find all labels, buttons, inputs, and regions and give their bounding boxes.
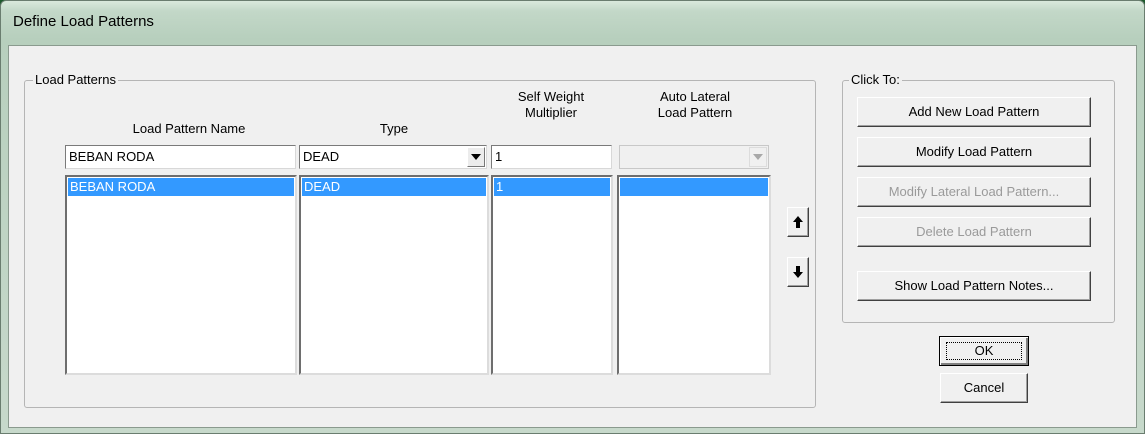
header-multiplier-line2: Multiplier [524,105,577,120]
load-patterns-group: Load Patterns Load Pattern Name Type Sel… [24,72,816,408]
type-list[interactable]: DEAD [299,175,489,375]
list-item[interactable] [620,178,768,196]
cancel-button[interactable]: Cancel [940,373,1028,403]
header-type: Type [379,121,409,136]
click-to-group-label: Click To: [849,72,902,87]
add-new-load-pattern-button[interactable]: Add New Load Pattern [857,97,1091,127]
header-load-pattern-name: Load Pattern Name [132,121,246,136]
header-auto-lateral-line2: Load Pattern [657,105,733,120]
multiplier-list[interactable]: 1 [491,175,613,375]
modify-load-pattern-button[interactable]: Modify Load Pattern [857,137,1091,167]
list-item[interactable]: 1 [494,178,610,196]
load-patterns-group-label: Load Patterns [33,72,118,87]
arrow-up-icon [793,216,803,228]
move-down-button[interactable] [787,257,809,287]
type-select-value: DEAD [303,149,340,164]
list-item[interactable]: DEAD [302,178,486,196]
show-load-pattern-notes-button[interactable]: Show Load Pattern Notes... [857,271,1091,301]
load-pattern-name-input[interactable]: BEBAN RODA [65,145,296,169]
auto-lateral-dropdown-button [749,147,767,167]
focus-rectangle [946,342,1022,360]
title-bar[interactable]: Define Load Patterns [1,1,1144,39]
chevron-down-icon [753,154,763,160]
load-pattern-name-list[interactable]: BEBAN RODA [65,175,297,375]
header-auto-lateral-line1: Auto Lateral [659,89,731,104]
dialog-client-area: Load Patterns Load Pattern Name Type Sel… [8,45,1137,428]
type-dropdown-button[interactable] [467,147,485,167]
modify-lateral-load-pattern-button: Modify Lateral Load Pattern... [857,177,1091,207]
self-weight-multiplier-input[interactable]: 1 [491,145,612,169]
dialog-window: Define Load Patterns Load Patterns Load … [0,0,1145,434]
header-self-weight-multiplier: Self Weight Multiplier [491,89,611,121]
header-auto-lateral-load-pattern: Auto Lateral Load Pattern [619,89,771,121]
move-up-button[interactable] [787,207,809,237]
delete-load-pattern-button: Delete Load Pattern [857,217,1091,247]
list-item[interactable]: BEBAN RODA [68,178,294,196]
click-to-group: Click To: Add New Load Pattern Modify Lo… [842,72,1115,323]
header-multiplier-line1: Self Weight [517,89,585,104]
auto-lateral-select [619,145,769,169]
type-select[interactable]: DEAD [299,145,487,169]
arrow-down-icon [793,266,803,278]
chevron-down-icon [471,154,481,160]
auto-lateral-list[interactable] [617,175,771,375]
window-title: Define Load Patterns [13,13,154,30]
ok-button[interactable]: OK [939,336,1029,366]
